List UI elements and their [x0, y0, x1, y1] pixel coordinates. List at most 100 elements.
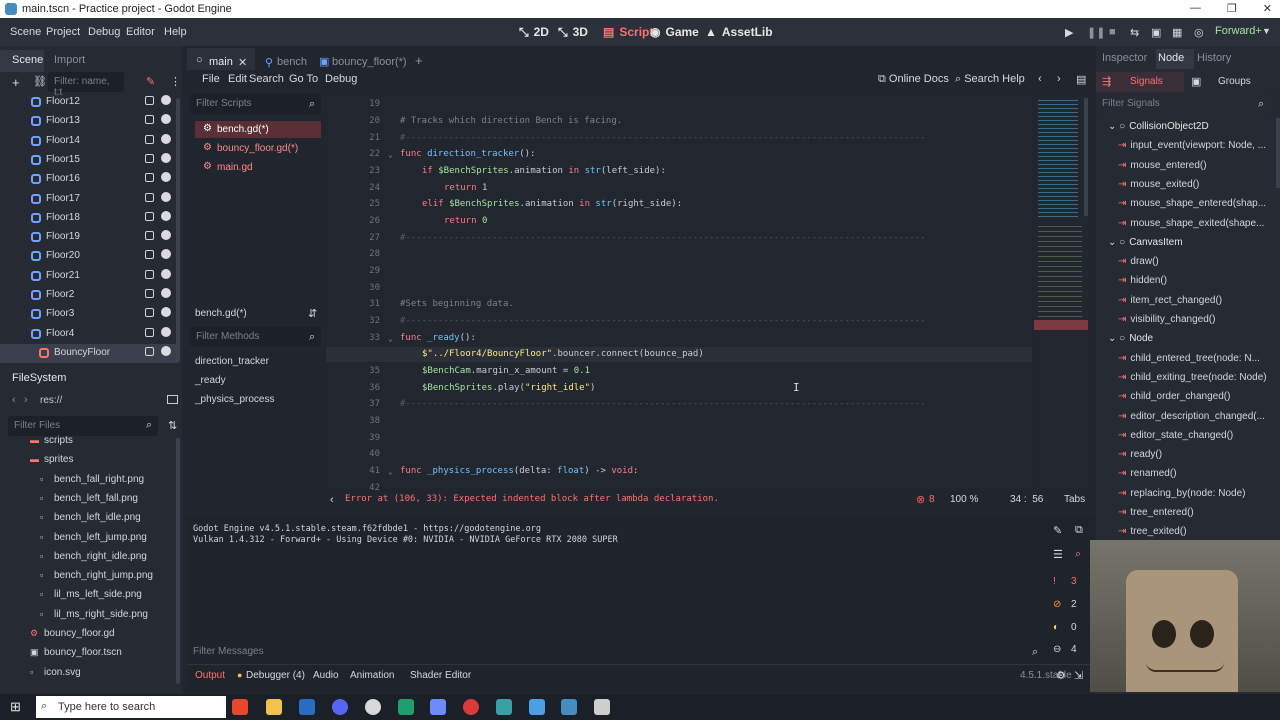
scene-node-row[interactable]: BouncyFloor [0, 343, 178, 363]
close-tab-icon[interactable]: ✕ [238, 56, 247, 69]
eye-icon[interactable] [161, 210, 171, 221]
next-script-icon[interactable]: › [1057, 73, 1061, 85]
node-visibility-checkbox-icon[interactable] [145, 115, 154, 125]
signal-item[interactable]: ⇥ item_rect_changed() [1118, 295, 1276, 306]
app-icon[interactable] [594, 699, 610, 715]
tab-inspector[interactable]: Inspector [1102, 52, 1147, 64]
update-spinner-icon[interactable]: ⚙ [1056, 669, 1066, 682]
filesystem-item[interactable]: ▫ bench_left_jump.png [0, 529, 178, 548]
scene-node-row[interactable]: Floor15 [0, 151, 178, 170]
filesystem-item[interactable]: ▫ lil_ms_left_side.png [0, 586, 178, 605]
obs-icon[interactable] [365, 699, 381, 715]
message-filter-icon[interactable]: ⊖ [1053, 644, 1061, 655]
eye-icon[interactable] [161, 268, 171, 279]
workspace-2d-button[interactable]: ⤡ 2D [519, 25, 549, 39]
node-visibility-checkbox-icon[interactable] [145, 289, 154, 298]
node-visibility-checkbox-icon[interactable] [145, 250, 154, 260]
scene-node-row[interactable]: Floor21 [0, 267, 178, 286]
scene-node-row[interactable]: Floor18 [0, 209, 178, 228]
brave-icon[interactable] [232, 699, 248, 715]
signal-item[interactable]: ⇥ input_event(viewport: Node, ... [1118, 140, 1276, 151]
minimize-icon[interactable]: — [1190, 2, 1201, 15]
fold-icon[interactable]: ⌄ [388, 334, 393, 343]
node-visibility-checkbox-icon[interactable] [145, 327, 154, 337]
split-view-icon[interactable] [167, 395, 178, 404]
tab-import[interactable]: Import [54, 54, 85, 66]
script-attach-icon[interactable]: ✎ [146, 75, 155, 88]
bottom-panel-toggle-icon[interactable]: ⇲ [1074, 669, 1083, 682]
tab-scene[interactable]: Scene [12, 54, 43, 66]
eye-icon[interactable] [161, 133, 171, 144]
zoom-level[interactable]: 100 % [950, 494, 978, 505]
signal-item[interactable]: ⇥ mouse_shape_entered(shap... [1118, 198, 1276, 209]
menu-scene[interactable]: Scene [10, 26, 41, 38]
signal-item[interactable]: ⇥ draw() [1118, 256, 1276, 267]
signal-class-header[interactable]: ⌄ ○ CollisionObject2D [1108, 121, 1266, 132]
back-icon[interactable]: ‹ [12, 394, 16, 406]
app-icon[interactable] [496, 699, 512, 715]
menu-editor[interactable]: Editor [126, 26, 155, 38]
filesystem-item[interactable]: ▫ icon.svg [0, 664, 178, 683]
method-direction-tracker[interactable]: direction_tracker [195, 356, 269, 367]
filesystem-item[interactable]: ▫ bench_right_idle.png [0, 548, 178, 567]
eye-icon[interactable] [161, 345, 171, 356]
scene-node-row[interactable]: Floor13 [0, 112, 178, 131]
file-explorer-icon[interactable] [266, 699, 282, 715]
error-filter-icon[interactable]: ! [1053, 576, 1056, 587]
script-item-bench[interactable]: ⚙ bench.gd(*) [195, 121, 321, 138]
eye-icon[interactable] [161, 172, 171, 183]
tab-debugger[interactable]: Debugger (4) [246, 670, 305, 681]
forward-icon[interactable]: › [24, 394, 28, 406]
signal-item[interactable]: ⇥ visibility_changed() [1118, 314, 1276, 325]
node-visibility-checkbox-icon[interactable] [145, 269, 154, 279]
close-icon[interactable]: ✕ [1263, 2, 1272, 15]
signal-item[interactable]: ⇥ editor_state_changed() [1118, 430, 1276, 441]
signal-class-header[interactable]: ⌄ ○ Node [1108, 333, 1266, 344]
filesystem-item[interactable]: ▬ sprites [0, 451, 178, 470]
node-visibility-checkbox-icon[interactable] [145, 173, 154, 183]
filesystem-item[interactable]: ▫ bench_left_fall.png [0, 490, 178, 509]
node-visibility-checkbox-icon[interactable] [145, 308, 154, 318]
signal-item[interactable]: ⇥ mouse_shape_exited(shape... [1118, 218, 1276, 229]
toggle-scripts-panel-icon[interactable]: ‹ [330, 494, 334, 506]
signal-item[interactable]: ⇥ renamed() [1118, 468, 1276, 479]
scene-node-row[interactable]: Floor16 [0, 170, 178, 189]
sort-methods-icon[interactable]: ⇵ [308, 307, 317, 320]
app-icon[interactable] [463, 699, 479, 715]
tab-bench[interactable]: bench [277, 56, 307, 68]
eye-icon[interactable] [161, 326, 171, 337]
filesystem-item[interactable]: ▫ bench_fall_right.png [0, 471, 178, 490]
code-editor[interactable]: 19 20 21 22 23 24 25 26 27 28 29 30 31 3… [326, 96, 1032, 493]
filesystem-scrollbar[interactable] [176, 438, 180, 684]
prev-script-icon[interactable]: ‹ [1038, 73, 1042, 85]
movie-maker-icon[interactable]: ◎ [1194, 26, 1204, 39]
scene-filter-input[interactable]: Filter: name, t:t [48, 72, 124, 98]
signal-item[interactable]: ⇥ editor_description_changed(... [1118, 411, 1276, 422]
workspace-assetlib-button[interactable]: ▲ AssetLib [705, 25, 773, 39]
scene-node-row[interactable]: Floor4 [0, 325, 178, 344]
copy-output-icon[interactable]: ⧉ [1075, 524, 1083, 537]
signal-item[interactable]: ⇥ tree_exited() [1118, 526, 1276, 537]
script-menu-debug[interactable]: Debug [325, 73, 357, 85]
app-icon[interactable] [398, 699, 414, 715]
signal-item[interactable]: ⇥ mouse_exited() [1118, 179, 1276, 190]
method-ready[interactable]: _ready [195, 375, 226, 386]
play-scene-icon[interactable]: ▣ [1151, 26, 1161, 39]
filter-messages-input[interactable]: Filter Messages [187, 642, 1045, 662]
eye-icon[interactable] [161, 114, 171, 125]
signal-item[interactable]: ⇥ hidden() [1118, 275, 1276, 286]
node-visibility-checkbox-icon[interactable] [145, 134, 154, 144]
eye-icon[interactable] [161, 95, 171, 105]
error-message[interactable]: Error at (106, 33): Expected indented bl… [345, 494, 719, 504]
node-visibility-checkbox-icon[interactable] [145, 211, 154, 221]
tab-main[interactable]: main [209, 56, 233, 68]
eye-icon[interactable] [161, 230, 171, 241]
filter-lines-icon[interactable]: ☰ [1053, 548, 1063, 561]
script-menu-search[interactable]: Search [249, 73, 284, 85]
scene-node-row[interactable]: Floor14 [0, 132, 178, 151]
maximize-icon[interactable]: ❐ [1227, 2, 1237, 15]
tab-node[interactable]: Node [1158, 52, 1184, 64]
node-visibility-checkbox-icon[interactable] [145, 153, 154, 163]
play-icon[interactable]: ▶ [1065, 26, 1073, 39]
filesystem-item[interactable]: ▣ bouncy_floor.tscn [0, 644, 178, 663]
